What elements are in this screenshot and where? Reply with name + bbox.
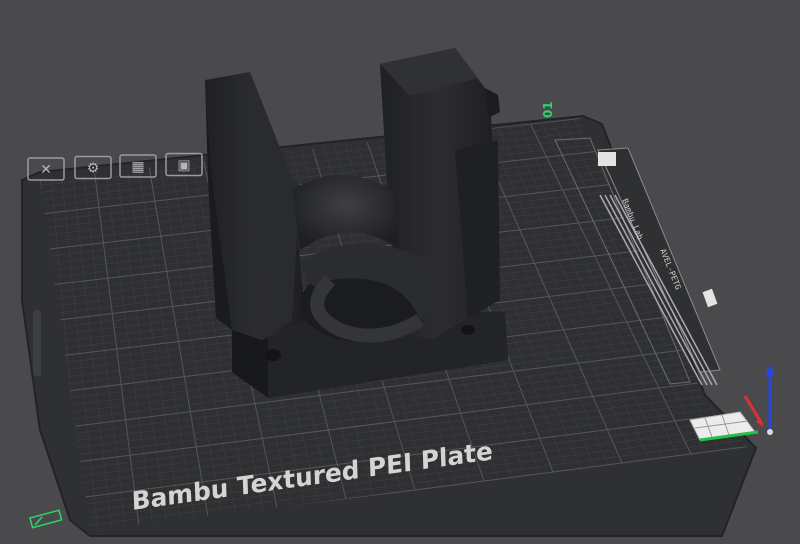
grid-layout-icon-glyph: ▦ <box>131 159 144 175</box>
strip-tag <box>702 288 718 308</box>
close-object-icon-glyph: ✕ <box>40 162 52 178</box>
3d-viewport[interactable]: ✕ ⚙ ▦ ▣ Bambu Lab AVEL-PETG 01 Bambu Textur… <box>0 0 800 544</box>
plate-number: 01 <box>541 101 555 118</box>
mounting-hole <box>461 325 475 335</box>
plate-settings-icon-glyph: ▣ <box>177 158 190 174</box>
3d-model[interactable] <box>205 48 508 398</box>
plate-handle <box>33 310 41 376</box>
axis-marker-icon <box>29 509 63 529</box>
mounting-hole <box>265 349 281 361</box>
strip-logo-mark <box>598 152 616 166</box>
auto-arrange-icon-glyph: ⚙ <box>87 161 100 177</box>
